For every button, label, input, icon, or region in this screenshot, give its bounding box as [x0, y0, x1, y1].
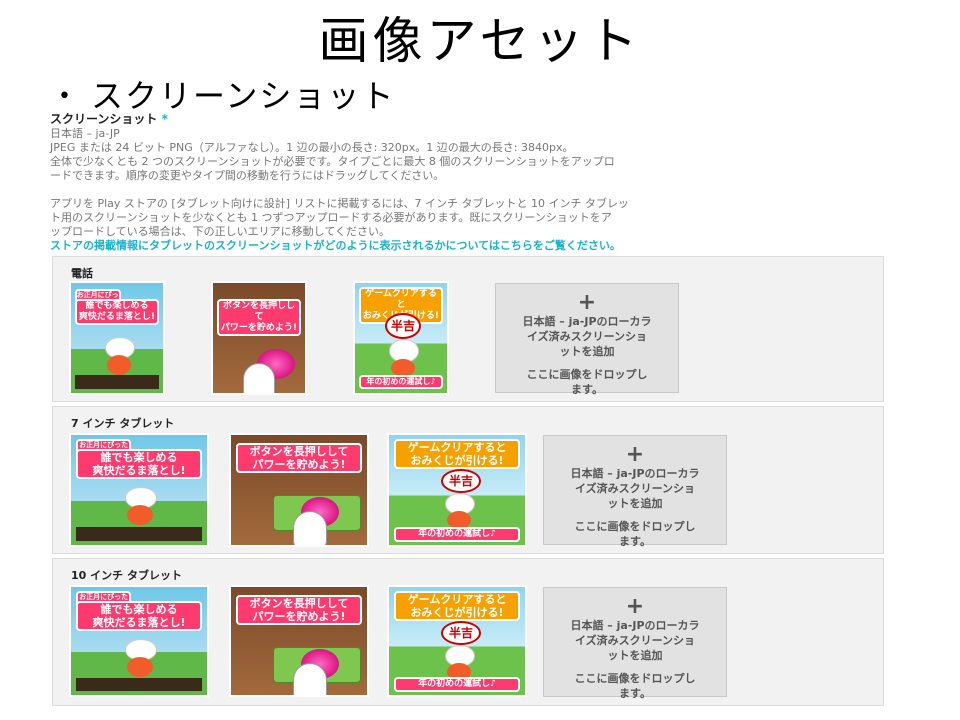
screenshot-thumbnail[interactable]: ゲームクリアするとおみくじが引ける! 半吉 年の初めの運試し♪	[353, 281, 449, 395]
group-10inch-tablet: 10 インチ タブレット お正月にぴったり 誰でも楽しめる爽快だるま落とし! ボ…	[52, 558, 884, 706]
plus-icon: +	[577, 290, 597, 315]
add-screenshot-dropzone[interactable]: + 日本語 – ja-JPのローカラ イズ済みスクリーンショ ットを追加 ここに画像…	[543, 435, 727, 548]
slide-title: 画像アセット	[318, 12, 642, 70]
slide-bullet: • スクリーンショット	[58, 76, 395, 117]
screenshot-thumbnail[interactable]: ゲームクリアするとおみくじが引ける! 半吉 年の初めの運試し♪	[387, 433, 527, 547]
required-mark: *	[161, 112, 168, 126]
screenshot-section: スクリーンショット * 日本語 – ja-JP JPEG または 24 ビット …	[50, 112, 890, 253]
screenshot-thumbnail[interactable]: ゲームクリアするとおみくじが引ける! 半吉 年の初めの運試し♪	[387, 585, 527, 697]
bullet-dot-icon: •	[58, 84, 73, 109]
group-title: 電話	[71, 267, 93, 280]
tablet-help-link[interactable]: ストアの掲載情報にタブレットのスクリーンショットがどのように表示されるかについて…	[50, 239, 890, 253]
requirement-info-1: 全体で少なくとも 2 つのスクリーンショットが必要です。タイプごとに最大 8 個…	[50, 155, 615, 168]
tablet-info-2: ト用のスクリーンショットを少なくとも 1 つずつアップロードする必要があります。…	[50, 211, 612, 224]
screenshot-thumbnail[interactable]: お正月にぴったり 誰でも楽しめる爽快だるま落とし!	[69, 585, 209, 697]
tablet-info-1: アプリを Play ストアの [タブレット向けに設計] リストに掲載するには、7…	[50, 197, 629, 210]
screenshot-thumbnail[interactable]: お正月にぴったり 誰でも楽しめる爽快だるま落とし!	[69, 433, 209, 547]
tablet-info-3: ップロードしている場合は、下の正しいエリアに移動してください。	[50, 225, 391, 238]
screenshot-thumbnail[interactable]: ボタンを長押しして パワーを貯めよう!	[211, 281, 307, 395]
plus-icon: +	[625, 594, 645, 619]
requirement-info-2: ードできます。順序の変更やタイプ間の移動を行うにはドラッグしてください。	[50, 169, 445, 182]
group-title: 10 インチ タブレット	[71, 569, 182, 582]
group-title: 7 インチ タブレット	[71, 417, 175, 430]
screenshot-thumbnail[interactable]: ボタンを長押しして パワーを貯めよう!	[229, 433, 369, 547]
add-screenshot-dropzone[interactable]: + 日本語 – ja-JPのローカラ イズ済みスクリーンショ ットを追加 ここに画像…	[543, 587, 727, 700]
format-info: JPEG または 24 ビット PNG（アルファなし）。1 辺の最小の長さ: 3…	[50, 141, 574, 154]
screenshot-thumbnail[interactable]: ボタンを長押しして パワーを貯めよう!	[229, 585, 369, 697]
bullet-text: スクリーンショット	[90, 77, 396, 115]
section-title: スクリーンショット *	[50, 112, 168, 126]
screenshot-thumbnail[interactable]: お正月にぴったり 誰でも楽しめる爽快だるま落とし!	[69, 281, 165, 395]
add-screenshot-dropzone[interactable]: + 日本語 – ja-JPのローカラ イズ済みスクリーンショ ットを追加 ここに画像…	[495, 283, 679, 396]
group-phone: 電話 お正月にぴったり 誰でも楽しめる爽快だるま落とし! ボタンを長押ししてパワ…	[52, 256, 884, 402]
plus-icon: +	[625, 442, 645, 467]
language-label: 日本語 – ja-JP	[50, 127, 120, 140]
group-7inch-tablet: 7 インチ タブレット お正月にぴったり 誰でも楽しめる爽快だるま落とし! ボタ…	[52, 406, 884, 554]
